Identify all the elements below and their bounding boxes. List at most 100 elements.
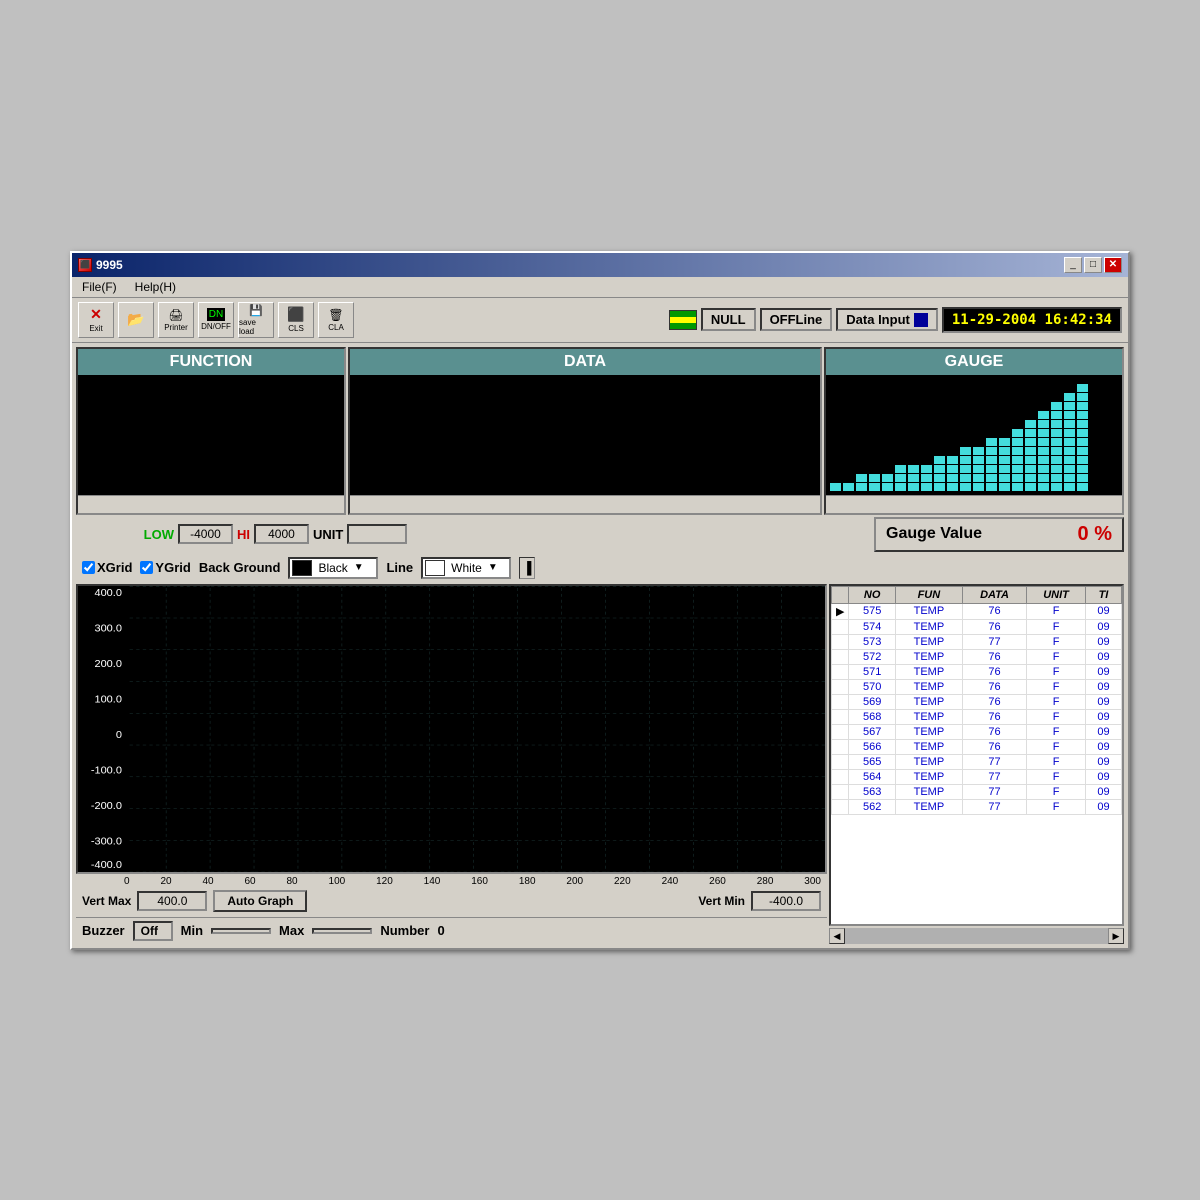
- low-input[interactable]: [178, 524, 233, 544]
- menu-bar: File(F) Help(H): [72, 277, 1128, 298]
- main-window: ⬛ 9995 _ □ ✕ File(F) Help(H) ✕ Exit 📂 🖨 …: [70, 251, 1130, 950]
- cell-no: 564: [849, 769, 895, 784]
- cell-fun: TEMP: [895, 649, 962, 664]
- gauge-segment: [999, 483, 1010, 491]
- row-arrow: [832, 739, 849, 754]
- minimize-button[interactable]: _: [1064, 257, 1082, 273]
- background-dropdown-arrow: ▼: [354, 562, 364, 573]
- gauge-value-label: Gauge Value: [886, 525, 982, 543]
- status-datainput[interactable]: Data Input: [836, 308, 938, 331]
- vert-max-input[interactable]: [137, 891, 207, 911]
- svg-text:-400.0: -400.0: [91, 860, 122, 870]
- cell-data: 76: [962, 709, 1026, 724]
- cls-button[interactable]: ⬛ CLS: [278, 302, 314, 338]
- table-bottom-scroll: ◀ ▶: [829, 928, 1124, 944]
- gauge-segment: [973, 456, 984, 464]
- auto-graph-button[interactable]: Auto Graph: [213, 890, 307, 912]
- status-null[interactable]: NULL: [701, 308, 756, 331]
- maximize-button[interactable]: □: [1084, 257, 1102, 273]
- gauge-segment: [1077, 429, 1088, 437]
- data-panel-body: [350, 375, 820, 495]
- gauge-bar-group: [960, 447, 971, 491]
- menu-file[interactable]: File(F): [78, 279, 121, 295]
- gauge-bar-group: [1064, 393, 1075, 491]
- gauge-segment: [973, 483, 984, 491]
- gauge-segment: [960, 474, 971, 482]
- close-button[interactable]: ✕: [1104, 257, 1122, 273]
- table-row[interactable]: 562TEMP77F09: [832, 799, 1122, 814]
- gauge-bar-group: [908, 465, 919, 491]
- vert-min-input[interactable]: [751, 891, 821, 911]
- table-row[interactable]: 563TEMP77F09: [832, 784, 1122, 799]
- ygrid-checkbox[interactable]: [140, 561, 153, 574]
- table-row[interactable]: 568TEMP76F09: [832, 709, 1122, 724]
- table-row[interactable]: 565TEMP77F09: [832, 754, 1122, 769]
- background-swatch: [292, 560, 312, 576]
- title-bar: ⬛ 9995 _ □ ✕: [72, 253, 1128, 277]
- gauge-segment: [1012, 465, 1023, 473]
- exit-button[interactable]: ✕ Exit: [78, 302, 114, 338]
- gauge-segment: [999, 465, 1010, 473]
- gauge-segment: [986, 447, 997, 455]
- hi-input[interactable]: [254, 524, 309, 544]
- ygrid-checkbox-label[interactable]: YGrid: [140, 560, 190, 575]
- top-panels: FUNCTION DATA GAUGE: [76, 347, 1124, 515]
- cla-button[interactable]: 🗑 CLA: [318, 302, 354, 338]
- gauge-bar-group: [895, 465, 906, 491]
- svg-text:-200.0: -200.0: [91, 801, 122, 811]
- function-panel: FUNCTION: [76, 347, 346, 515]
- gauge-segment: [1064, 456, 1075, 464]
- saveload-button[interactable]: 💾 save load: [238, 302, 274, 338]
- gauge-segment: [986, 438, 997, 446]
- table-row[interactable]: 572TEMP76F09: [832, 649, 1122, 664]
- menu-help[interactable]: Help(H): [131, 279, 180, 295]
- row-arrow: [832, 769, 849, 784]
- cell-fun: TEMP: [895, 709, 962, 724]
- table-row[interactable]: 573TEMP77F09: [832, 634, 1122, 649]
- title-controls: _ □ ✕: [1064, 257, 1122, 273]
- table-row[interactable]: 566TEMP76F09: [832, 739, 1122, 754]
- open-button[interactable]: 📂: [118, 302, 154, 338]
- table-row[interactable]: 564TEMP77F09: [832, 769, 1122, 784]
- table-row[interactable]: 567TEMP76F09: [832, 724, 1122, 739]
- scroll-handle[interactable]: ▐: [519, 557, 535, 579]
- dnoff-button[interactable]: DN DN/OFF: [198, 302, 234, 338]
- unit-input[interactable]: [347, 524, 407, 544]
- xgrid-checkbox-label[interactable]: XGrid: [82, 560, 132, 575]
- scroll-left-button[interactable]: ◀: [829, 928, 845, 944]
- gauge-segment: [960, 447, 971, 455]
- max-value: [312, 928, 372, 934]
- gauge-segment: [986, 465, 997, 473]
- line-color-select[interactable]: White ▼: [421, 557, 511, 579]
- gauge-segment: [1077, 483, 1088, 491]
- row-arrow: [832, 754, 849, 769]
- table-row[interactable]: 574TEMP76F09: [832, 619, 1122, 634]
- exit-label: Exit: [89, 324, 102, 333]
- cell-fun: TEMP: [895, 603, 962, 619]
- horizontal-scrollbar-track[interactable]: [845, 928, 1108, 944]
- row-arrow: [832, 634, 849, 649]
- gauge-segment: [1051, 483, 1062, 491]
- svg-text:200.0: 200.0: [94, 659, 122, 669]
- table-row[interactable]: 570TEMP76F09: [832, 679, 1122, 694]
- xgrid-checkbox[interactable]: [82, 561, 95, 574]
- datainput-label: Data Input: [846, 312, 910, 327]
- data-panel-header: DATA: [350, 349, 820, 375]
- cell-ti: 09: [1085, 709, 1121, 724]
- background-color-select[interactable]: Black ▼: [288, 557, 378, 579]
- table-row[interactable]: 571TEMP76F09: [832, 664, 1122, 679]
- printer-button[interactable]: 🖨 Printer: [158, 302, 194, 338]
- table-row[interactable]: 569TEMP76F09: [832, 694, 1122, 709]
- cell-no: 569: [849, 694, 895, 709]
- scroll-right-button[interactable]: ▶: [1108, 928, 1124, 944]
- status-offline[interactable]: OFFLine: [760, 308, 833, 331]
- low-label: LOW: [144, 527, 174, 542]
- saveload-icon: 💾: [249, 304, 263, 317]
- controls-and-table: XGrid YGrid Back Ground Black ▼ Line: [76, 554, 1124, 584]
- function-panel-header: FUNCTION: [78, 349, 344, 375]
- gauge-segment: [1038, 438, 1049, 446]
- gauge-segment: [973, 465, 984, 473]
- table-row[interactable]: ▶575TEMP76F09: [832, 603, 1122, 619]
- line-color-value: White: [447, 561, 486, 575]
- gauge-panel: GAUGE: [824, 347, 1124, 515]
